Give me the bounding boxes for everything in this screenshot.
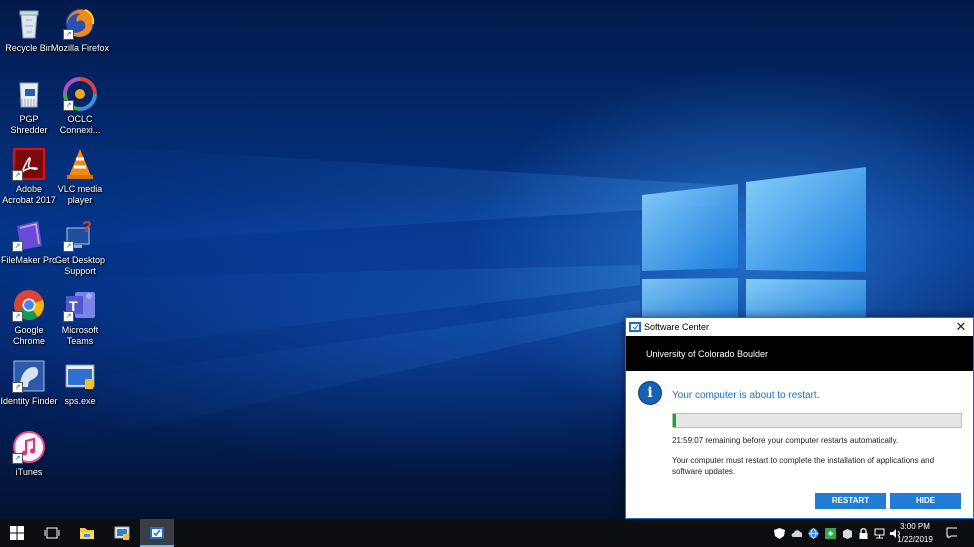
restart-message: Your computer must restart to complete t… xyxy=(672,456,935,476)
shortcut-arrow-icon: ↗ xyxy=(12,311,23,322)
chrome-shortcut[interactable]: ↗ Google Chrome xyxy=(0,288,58,347)
start-button[interactable] xyxy=(0,519,34,547)
itunes-icon: ↗ xyxy=(12,430,46,464)
close-button[interactable]: ✕ xyxy=(949,318,973,336)
shortcut-arrow-icon: ↗ xyxy=(12,382,23,393)
get-support-icon: ? ↗ xyxy=(63,218,97,252)
icon-label: Adobe Acrobat 2017 xyxy=(2,184,56,205)
icon-label: Recycle Bin xyxy=(5,43,53,53)
adobe-acrobat-shortcut[interactable]: ↗ Adobe Acrobat 2017 xyxy=(0,147,58,206)
clock-time[interactable]: 3:00 PM xyxy=(898,522,932,531)
progress-fill xyxy=(673,414,676,427)
restart-button[interactable]: RESTART xyxy=(815,493,886,509)
start-icon xyxy=(10,526,24,540)
recycle-bin-shortcut[interactable]: Recycle Bin xyxy=(0,6,58,54)
identity-finder-shortcut[interactable]: ↗ Identity Finder xyxy=(0,359,58,407)
shortcut-arrow-icon: ↗ xyxy=(12,170,23,181)
software-center-taskbar-button[interactable] xyxy=(140,519,174,547)
adobe-acrobat-icon: ↗ xyxy=(12,147,46,181)
remaining-time-text: 21:59:07 remaining before your computer … xyxy=(672,436,899,445)
close-icon: ✕ xyxy=(955,319,967,334)
firefox-icon: ↗ xyxy=(63,6,97,40)
icon-label: FileMaker Pro xyxy=(0,255,57,265)
network-globe-icon[interactable] xyxy=(808,528,819,539)
clock-date[interactable]: 1/22/2019 xyxy=(894,535,936,544)
taskbar xyxy=(0,519,974,547)
file-explorer-icon xyxy=(80,528,94,539)
dialog-title: Software Center xyxy=(644,322,710,332)
defender-icon[interactable] xyxy=(774,528,785,539)
vlc-icon xyxy=(63,147,97,181)
box-icon[interactable] xyxy=(842,528,853,539)
file-explorer-button[interactable] xyxy=(70,519,104,547)
teams-icon: T ↗ xyxy=(63,288,97,322)
filemaker-icon: ↗ xyxy=(12,218,46,252)
desktop: Recycle Bin PGP Shredder ↗ Adobe Acrobat… xyxy=(0,0,974,519)
software-center-icon xyxy=(150,527,164,539)
teams-shortcut[interactable]: T ↗ Microsoft Teams xyxy=(51,288,109,347)
chrome-icon: ↗ xyxy=(12,288,46,322)
software-center-dialog: Software Center ✕ University of Colorado… xyxy=(625,317,974,519)
svg-text:?: ? xyxy=(82,219,92,236)
app-icon xyxy=(114,526,130,540)
icon-label: Identity Finder xyxy=(0,396,58,406)
filemaker-shortcut[interactable]: ↗ FileMaker Pro xyxy=(0,218,58,266)
icon-label: iTunes xyxy=(15,467,43,477)
icon-label: Google Chrome xyxy=(12,325,45,346)
app-taskbar-button[interactable] xyxy=(105,519,139,547)
restart-heading: Your computer is about to restart. xyxy=(672,390,820,401)
task-view-icon xyxy=(44,527,60,539)
recycle-bin-icon xyxy=(12,6,46,40)
icon-label: Mozilla Firefox xyxy=(51,43,110,53)
pgp-shredder-shortcut[interactable]: PGP Shredder xyxy=(0,77,58,136)
shortcut-arrow-icon: ↗ xyxy=(63,100,74,111)
pgp-shredder-icon xyxy=(12,77,46,111)
icon-label: VLC media player xyxy=(57,184,103,205)
action-center-icon[interactable] xyxy=(946,527,957,538)
dialog-header-banner: University of Colorado Boulder xyxy=(626,336,973,371)
shortcut-arrow-icon: ↗ xyxy=(12,241,23,252)
vlc-shortcut[interactable]: VLC media player xyxy=(51,147,109,206)
sps-exe-icon xyxy=(63,359,97,393)
info-icon: i xyxy=(638,381,662,405)
restart-progress-bar xyxy=(672,413,962,428)
shortcut-arrow-icon: ↗ xyxy=(63,241,74,252)
network-icon[interactable] xyxy=(874,528,885,539)
task-view-button[interactable] xyxy=(35,519,69,547)
green-app-icon[interactable] xyxy=(825,528,836,539)
firefox-shortcut[interactable]: ↗ Mozilla Firefox xyxy=(51,6,109,54)
shortcut-arrow-icon: ↗ xyxy=(12,453,23,464)
oclc-connexion-shortcut[interactable]: ↗ OCLC Connexi... xyxy=(51,77,109,136)
onedrive-icon[interactable] xyxy=(791,528,802,539)
sps-exe-shortcut[interactable]: sps.exe xyxy=(51,359,109,407)
itunes-shortcut[interactable]: ↗ iTunes xyxy=(0,430,58,478)
organization-name: University of Colorado Boulder xyxy=(646,349,769,359)
icon-label: Get Desktop Support xyxy=(54,255,106,276)
hide-button[interactable]: HIDE xyxy=(890,493,961,509)
icon-label: OCLC Connexi... xyxy=(59,114,101,135)
oclc-connexion-icon: ↗ xyxy=(63,77,97,111)
shortcut-arrow-icon: ↗ xyxy=(63,311,74,322)
identity-finder-icon: ↗ xyxy=(12,359,46,393)
shortcut-arrow-icon: ↗ xyxy=(63,29,74,40)
icon-label: Microsoft Teams xyxy=(61,325,99,346)
get-desktop-support-shortcut[interactable]: ? ↗ Get Desktop Support xyxy=(51,218,109,277)
lock-icon[interactable] xyxy=(858,528,869,539)
software-center-icon xyxy=(629,322,641,332)
dialog-titlebar[interactable]: Software Center ✕ xyxy=(626,318,973,336)
icon-label: sps.exe xyxy=(64,396,96,406)
icon-label: PGP Shredder xyxy=(10,114,48,135)
